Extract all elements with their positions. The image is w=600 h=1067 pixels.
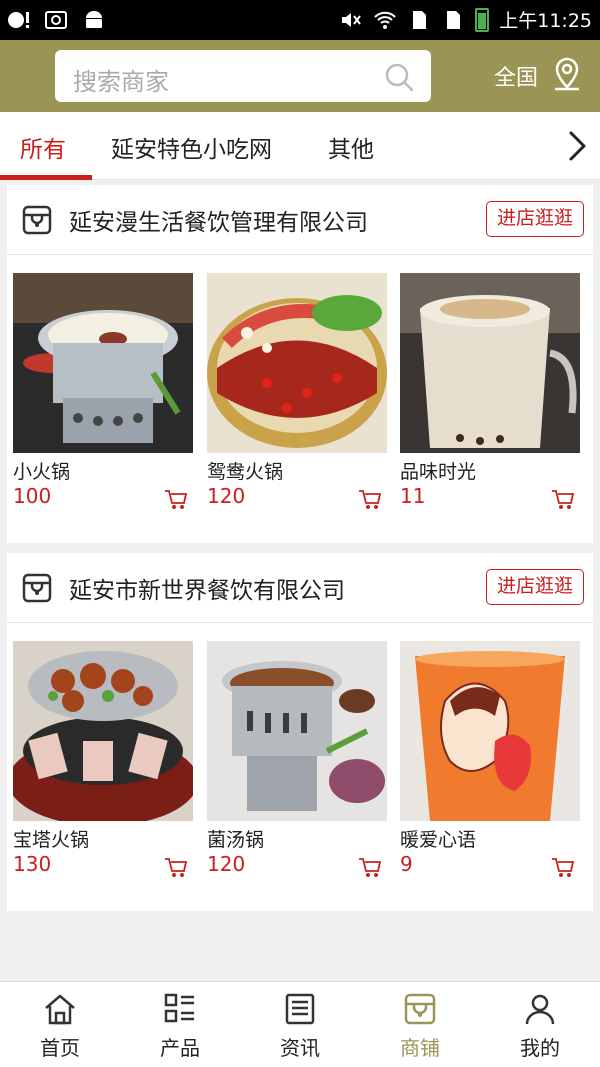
nav-products-label: 产品: [160, 1036, 200, 1060]
search-placeholder: 搜索商家: [73, 68, 169, 96]
product-price: 100: [13, 484, 52, 508]
location-icon[interactable]: [552, 56, 582, 92]
product-item[interactable]: 小火锅 100: [13, 273, 193, 509]
shop-name[interactable]: 延安漫生活餐饮管理有限公司: [69, 203, 368, 237]
visit-shop-button[interactable]: 进店逛逛: [486, 569, 584, 605]
mute-icon: [342, 12, 362, 27]
store-icon: [22, 573, 52, 603]
shop-card: 延安市新世界餐饮有限公司 进店逛逛 宝塔火锅 130 菌汤锅 120 暖爱心语 …: [7, 553, 593, 911]
product-item[interactable]: 宝塔火锅 130: [8, 641, 198, 877]
sim2-icon: [447, 10, 461, 29]
product-item[interactable]: 菌汤锅 120: [207, 641, 387, 877]
visit-shop-button[interactable]: 进店逛逛: [486, 201, 584, 237]
category-tabs: 所有 延安特色小吃网 其他: [0, 112, 600, 180]
product-name: 暖爱心语: [400, 829, 477, 851]
nav-me[interactable]: 我的: [480, 982, 600, 1067]
cart-icon[interactable]: [551, 857, 575, 879]
nav-home-label: 首页: [40, 1036, 80, 1060]
store-icon: [22, 205, 52, 235]
region-selector[interactable]: 全国: [494, 60, 538, 92]
nav-products[interactable]: 产品: [120, 982, 240, 1067]
wifi-icon: [374, 11, 396, 29]
active-tab-indicator: [0, 175, 92, 180]
product-item[interactable]: 鸳鸯火锅 120: [207, 273, 387, 509]
shop-card: 延安漫生活餐饮管理有限公司 进店逛逛 小火锅 100 鸳鸯火锅 120 品味时光…: [7, 185, 593, 543]
store-icon: [404, 993, 436, 1025]
cart-icon[interactable]: [551, 489, 575, 511]
product-price: 9: [400, 852, 413, 876]
cart-icon[interactable]: [164, 857, 188, 879]
shop-header: 延安市新世界餐饮有限公司 进店逛逛: [7, 553, 593, 623]
alert-icon: [8, 12, 29, 28]
cart-icon[interactable]: [358, 489, 382, 511]
home-icon: [45, 994, 75, 1025]
bottom-navigation: 首页 产品 资讯 商铺 我的: [0, 981, 600, 1067]
product-name: 宝塔火锅: [13, 829, 90, 851]
product-item[interactable]: 品味时光 11: [400, 273, 580, 509]
yuanyang-hotpot-image[interactable]: [207, 273, 387, 453]
product-price: 11: [400, 484, 426, 508]
product-name: 小火锅: [13, 461, 71, 483]
sim1-icon: [413, 10, 427, 29]
nav-shops[interactable]: 商铺: [360, 982, 480, 1067]
app-header: 搜索商家 全国: [0, 40, 600, 112]
status-notifications: [6, 8, 106, 32]
product-price: 120: [207, 484, 246, 508]
product-item[interactable]: 暖爱心语 9: [400, 641, 580, 877]
hotpot-pot-image[interactable]: [13, 273, 193, 453]
cart-icon[interactable]: [164, 489, 188, 511]
status-system: 上午11:25: [339, 6, 592, 33]
search-input[interactable]: 搜索商家: [55, 50, 431, 102]
shop-header: 延安漫生活餐饮管理有限公司 进店逛逛: [7, 185, 593, 255]
shop-name[interactable]: 延安市新世界餐饮有限公司: [69, 571, 345, 605]
product-name: 鸳鸯火锅: [207, 461, 284, 483]
mushroom-soup-pot-image[interactable]: [207, 641, 387, 821]
screenshot-icon: [45, 11, 67, 29]
tab-all[interactable]: 所有: [20, 130, 66, 164]
cart-icon[interactable]: [358, 857, 382, 879]
news-icon: [285, 993, 315, 1025]
battery-icon: [475, 7, 490, 32]
fruit-tea-cup-image[interactable]: [400, 641, 580, 821]
user-icon: [525, 994, 555, 1025]
nav-shops-label: 商铺: [400, 1036, 440, 1060]
status-time: 上午11:25: [499, 10, 592, 32]
products-grid-icon: [164, 993, 194, 1023]
tab-other[interactable]: 其他: [328, 130, 374, 164]
tab-yanan-snacks[interactable]: 延安特色小吃网: [111, 130, 272, 164]
product-price: 130: [13, 852, 52, 876]
nav-news[interactable]: 资讯: [240, 982, 360, 1067]
status-bar: 上午11:25: [0, 0, 600, 40]
milk-tea-image[interactable]: [400, 273, 580, 453]
product-name: 品味时光: [400, 461, 477, 483]
pagoda-hotpot-image[interactable]: [8, 641, 198, 826]
product-price: 120: [207, 852, 246, 876]
search-icon[interactable]: [383, 61, 415, 93]
nav-news-label: 资讯: [280, 1036, 320, 1060]
android-icon: [86, 11, 102, 28]
chevron-right-icon[interactable]: [562, 129, 592, 163]
product-name: 菌汤锅: [207, 829, 265, 851]
nav-home[interactable]: 首页: [0, 982, 120, 1067]
nav-me-label: 我的: [520, 1036, 560, 1060]
